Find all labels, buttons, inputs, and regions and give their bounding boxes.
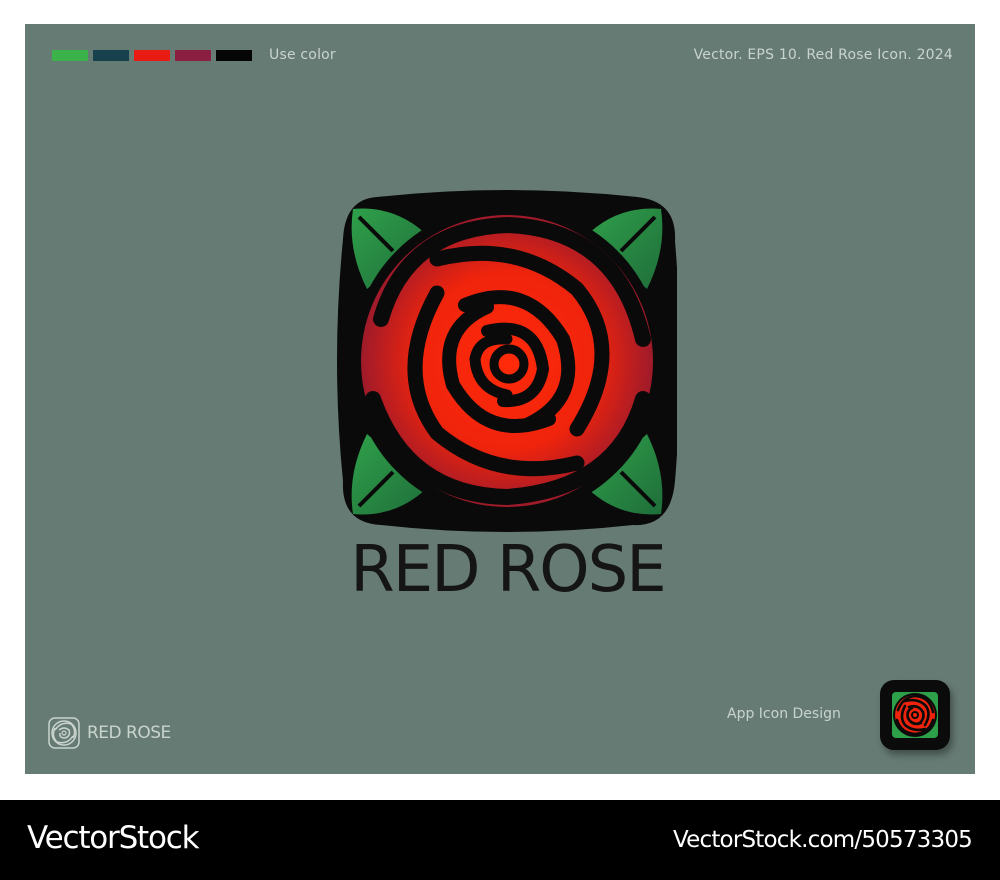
color-swatches xyxy=(52,50,252,61)
footer-bar: VectorStock VectorStock.com/50573305 xyxy=(0,800,1000,880)
mini-logo: RED ROSE xyxy=(47,716,171,750)
vector-info-note: Vector. EPS 10. Red Rose Icon. 2024 xyxy=(693,47,953,63)
mini-rose-icon xyxy=(48,717,80,749)
green-swatch xyxy=(52,50,88,61)
use-color-label: Use color xyxy=(269,47,336,63)
image-url: VectorStock.com/50573305 xyxy=(673,827,973,853)
app-icon-label: App Icon Design xyxy=(727,706,841,722)
mini-logo-text: RED ROSE xyxy=(87,723,171,743)
dark-teal-swatch xyxy=(93,50,129,61)
rose-logo-icon xyxy=(337,189,677,534)
red-swatch xyxy=(134,50,170,61)
app-rose-icon xyxy=(892,692,938,738)
poster-panel: Use color Vector. EPS 10. Red Rose Icon.… xyxy=(25,24,975,774)
brand-title: RED ROSE xyxy=(350,533,666,607)
wine-swatch xyxy=(175,50,211,61)
vectorstock-logo: VectorStock xyxy=(27,820,200,856)
app-icon xyxy=(880,680,950,750)
black-swatch xyxy=(216,50,252,61)
